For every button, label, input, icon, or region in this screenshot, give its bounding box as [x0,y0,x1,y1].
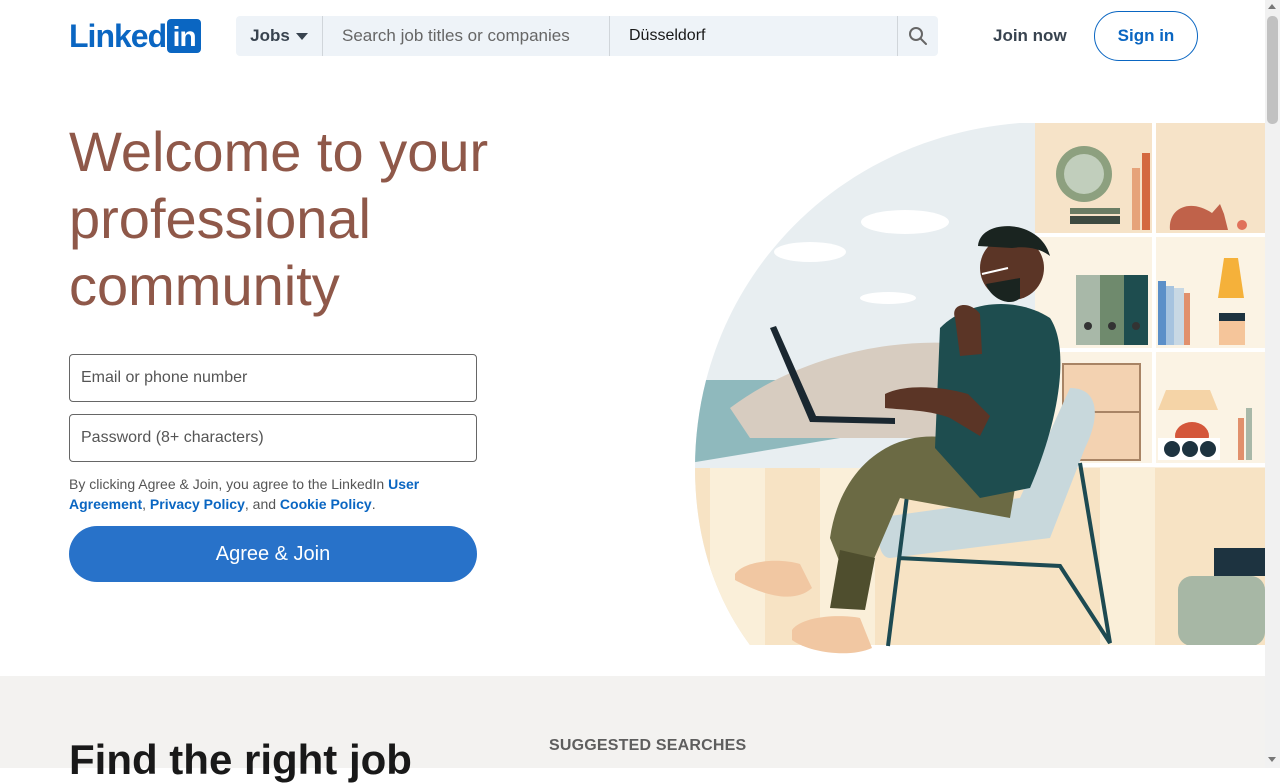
sign-in-button[interactable]: Sign in [1094,11,1198,61]
search-type-dropdown[interactable]: Jobs [236,16,323,56]
find-job-section: Find the right job SUGGESTED SEARCHES [0,676,1265,783]
privacy-policy-link[interactable]: Privacy Policy [150,496,245,512]
suggested-searches-heading: SUGGESTED SEARCHES [549,737,747,754]
cookie-policy-link[interactable]: Cookie Policy [280,496,372,512]
scroll-up-arrow-icon[interactable] [1268,4,1276,9]
search-button[interactable] [898,16,938,56]
scroll-thumb[interactable] [1267,16,1278,124]
job-search-bar: Jobs Search job titles or companies Düss… [236,16,938,56]
linkedin-logo[interactable]: Linked in [69,18,202,54]
logo-wordmark: Linked [69,18,167,54]
agree-join-button[interactable]: Agree & Join [69,526,477,582]
legal-and: , and [244,496,280,512]
email-field[interactable]: Email or phone number [69,354,477,402]
legal-prefix: By clicking Agree & Join, you agree to t… [69,476,389,492]
location-input[interactable]: Düsseldorf [610,16,898,56]
global-header: Linked in Jobs Search job titles or comp… [0,0,1265,72]
legal-notice: By clicking Agree & Join, you agree to t… [69,474,477,514]
keywords-input[interactable]: Search job titles or companies [323,16,610,56]
search-type-label: Jobs [250,26,290,45]
logo-in-badge: in [167,19,202,53]
hero-title: Welcome to your professional community [69,120,489,317]
join-now-link[interactable]: Join now [978,17,1082,55]
legal-period: . [371,496,376,512]
password-field[interactable]: Password (8+ characters) [69,414,477,462]
page-scrollbar[interactable] [1265,0,1280,768]
caret-down-icon [295,32,308,40]
find-job-heading: Find the right job [69,736,412,783]
legal-comma: , [142,496,150,512]
hero-illustration [695,123,1265,654]
scroll-down-arrow-icon[interactable] [1268,757,1276,762]
search-icon [909,27,927,45]
